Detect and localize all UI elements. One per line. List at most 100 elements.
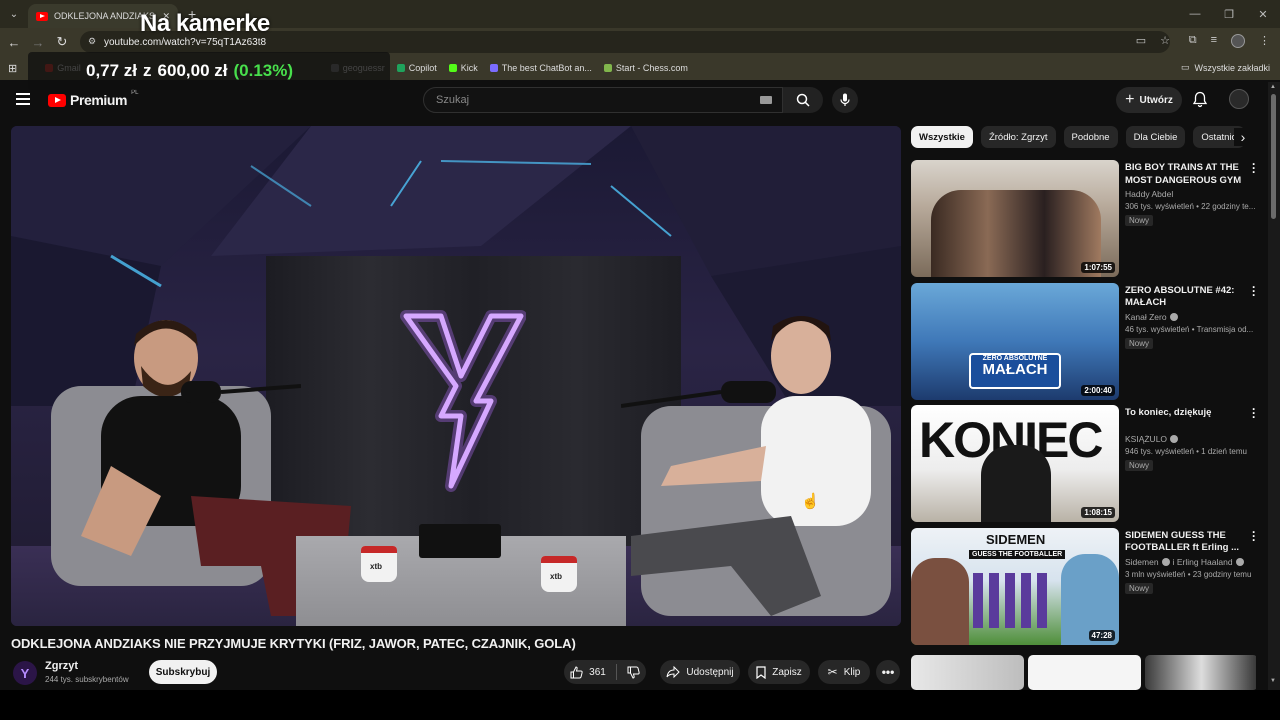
recommendation-thumbnail[interactable]: KONIEC 1:08:15 — [911, 405, 1119, 522]
channel-name[interactable]: Zgrzyt — [45, 660, 78, 672]
channel-avatar[interactable]: Y — [13, 661, 37, 685]
thumbnail-caption-box: ZERO ABSOLUTNE MAŁACH — [969, 352, 1061, 389]
like-count: 361 — [589, 666, 606, 678]
bookmark-star-icon[interactable]: ☆ — [1160, 34, 1170, 47]
recommendation-thumbnail[interactable] — [1145, 655, 1256, 690]
clip-button[interactable]: ✂ Klip — [818, 660, 870, 684]
recommendation-item[interactable]: SIDEMEN GUESS THE FOOTBALLER 47:28 SIDEMEN … — [911, 526, 1261, 646]
scroll-up-icon[interactable]: ▲ — [1270, 84, 1276, 90]
bookmark-item[interactable]: Copilot — [396, 63, 437, 73]
bookmark-label: Copilot — [408, 63, 437, 73]
close-window-icon[interactable]: ✕ — [1246, 0, 1280, 28]
recommendation-meta: 946 tys. wyświetleń • 1 dzień temu — [1125, 447, 1247, 456]
right-microphone — [621, 381, 776, 408]
site-info-icon[interactable]: ⚙ — [88, 36, 96, 47]
minimize-icon[interactable]: — — [1178, 0, 1212, 28]
thumbnail-caption: SIDEMEN — [986, 531, 1046, 547]
recommendation-item[interactable]: KONIEC 1:08:15 To koniec, dziękuję KSIĄŻULO… — [911, 403, 1261, 523]
bookmark-item[interactable]: Kick — [448, 63, 478, 73]
more-vertical-icon[interactable]: · · · — [1249, 158, 1259, 178]
thumbnail-people — [931, 190, 1101, 277]
recommendation-item[interactable]: 1:07:55 BIG BOY TRAINS AT THE MOST DANGER… — [911, 158, 1261, 278]
goal-current-amount: 0,77 zł — [86, 61, 138, 80]
page-scrollbar[interactable]: ▲ ▼ — [1268, 82, 1280, 690]
more-horizontal-icon: ••• — [881, 665, 895, 679]
menu-icon[interactable] — [16, 93, 30, 105]
more-vertical-icon[interactable]: · · · — [1249, 281, 1259, 301]
tab-search-icon[interactable]: ⌄ — [0, 0, 28, 28]
search-input[interactable]: Szukaj — [423, 87, 783, 113]
like-button[interactable]: 361 — [570, 665, 606, 679]
video-title: ODKLEJONA ANDZIAKS NIE PRZYJMUJE KRYTYKI… — [11, 636, 576, 651]
right-person — [631, 316, 871, 616]
subscribe-button[interactable]: Subskrybuj — [149, 660, 217, 684]
recommendation-channel[interactable]: Haddy Abdel — [1125, 189, 1253, 199]
recommendation-thumbnail[interactable] — [911, 655, 1024, 690]
share-button[interactable]: Udostępnij — [660, 660, 740, 684]
maximize-icon[interactable]: ❐ — [1212, 0, 1246, 28]
filter-chip[interactable]: Źródło: Zgrzyt — [980, 126, 1056, 148]
recommendation-title[interactable]: To koniec, dziękuję — [1125, 407, 1243, 433]
thumbnail-subcaption: GUESS THE FOOTBALLER — [969, 549, 1066, 559]
keyboard-icon[interactable] — [760, 96, 772, 104]
more-vertical-icon[interactable]: · · · — [1249, 403, 1259, 423]
recommendation-thumbnail[interactable]: SIDEMEN GUESS THE FOOTBALLER 47:28 — [911, 527, 1119, 645]
all-bookmarks-folder[interactable]: ▭ Wszystkie zakładki — [1181, 62, 1270, 73]
cast-icon[interactable]: ▭ — [1136, 34, 1146, 47]
hand-cursor-icon: ☝ — [801, 493, 820, 510]
bookmark-label: Start - Chess.com — [615, 63, 688, 73]
video-duration: 47:28 — [1088, 629, 1115, 641]
bookmark-item[interactable]: The best ChatBot an... — [489, 63, 592, 73]
goal-connector: z — [143, 61, 152, 80]
extensions-icon[interactable]: ⧉ — [1189, 34, 1197, 48]
save-button[interactable]: Zapisz — [748, 660, 810, 684]
new-badge: Nowy — [1125, 460, 1154, 471]
youtube-favicon-icon — [36, 11, 48, 21]
recommendation-channel-name: KSIĄŻULO — [1125, 434, 1168, 444]
media-control-icon[interactable]: ≡ — [1211, 34, 1217, 48]
account-avatar[interactable] — [1229, 89, 1249, 109]
recommendation-thumbnail[interactable]: ZERO ABSOLUTNE MAŁACH 2:00:40 — [911, 282, 1119, 400]
recommendation-channel-name: Kanał Zero — [1125, 311, 1167, 322]
more-vertical-icon[interactable]: · · · — [1249, 526, 1259, 546]
back-icon[interactable]: ← — [2, 28, 26, 56]
verified-icon — [1170, 435, 1179, 443]
clip-label: Klip — [843, 666, 861, 678]
video-player[interactable]: xtb xtb ☝ — [11, 126, 901, 626]
search-placeholder: Szukaj — [436, 94, 470, 106]
recommendation-thumbnail[interactable] — [1028, 655, 1141, 690]
recommendation-channel[interactable]: KSIĄŻULO — [1125, 434, 1253, 444]
search-button[interactable] — [783, 87, 823, 113]
recommendation-title[interactable]: BIG BOY TRAINS AT THE MOST DANGEROUS GYM… — [1125, 162, 1243, 188]
filter-chip[interactable]: Podobne — [1063, 126, 1118, 148]
scrollbar-thumb[interactable] — [1271, 94, 1276, 219]
recommendation-meta: 306 tys. wyświetleń • 22 godziny te... — [1125, 202, 1256, 211]
recommendation-item[interactable]: ZERO ABSOLUTNE MAŁACH 2:00:40 ZERO ABSOLUTN… — [911, 281, 1261, 401]
address-bar-actions: ▭ ☆ — [1136, 34, 1170, 47]
browser-menu-icon[interactable]: ⋮ — [1259, 34, 1270, 48]
like-separator — [615, 664, 617, 680]
scroll-down-icon[interactable]: ▼ — [1270, 678, 1276, 684]
thumbnail-person — [981, 445, 1051, 522]
recommendation-channel[interactable]: Kanał Zero — [1125, 312, 1253, 322]
stream-donation-goal-overlay: 0,77 zł z 600,00 zł (0.13%) — [28, 52, 390, 90]
filter-chip[interactable]: Dla Ciebie — [1125, 126, 1186, 148]
thumbs-down-icon[interactable] — [627, 666, 640, 679]
profile-avatar-icon[interactable] — [1231, 34, 1245, 48]
bookmark-favicon-icon — [489, 64, 498, 72]
apps-grid-icon[interactable]: ⊞ — [8, 62, 17, 75]
recommendation-channel[interactable]: Sidemen i Erling Haaland — [1125, 557, 1253, 567]
more-actions-button[interactable]: ••• — [876, 660, 900, 684]
notifications-bell-icon[interactable] — [1192, 91, 1208, 108]
youtube-logo[interactable]: Premium PL — [48, 90, 138, 108]
chips-next-icon[interactable]: › — [1234, 128, 1252, 146]
create-button[interactable]: + Utwórz — [1116, 87, 1182, 113]
voice-search-button[interactable] — [832, 87, 858, 113]
recommendation-title[interactable]: SIDEMEN GUESS THE FOOTBALLER ft Erling .… — [1125, 530, 1243, 556]
bookmark-item[interactable]: Start - Chess.com — [603, 63, 688, 73]
new-badge: Nowy — [1125, 582, 1154, 594]
recommendation-thumbnail[interactable]: 1:07:55 — [911, 160, 1119, 277]
filter-chip[interactable]: Wszystkie — [911, 126, 973, 148]
recommendation-title[interactable]: ZERO ABSOLUTNE #42: MAŁACH — [1125, 285, 1243, 311]
filter-chips: Wszystkie Źródło: Zgrzyt Podobne Dla Ciebie… — [911, 126, 1256, 148]
